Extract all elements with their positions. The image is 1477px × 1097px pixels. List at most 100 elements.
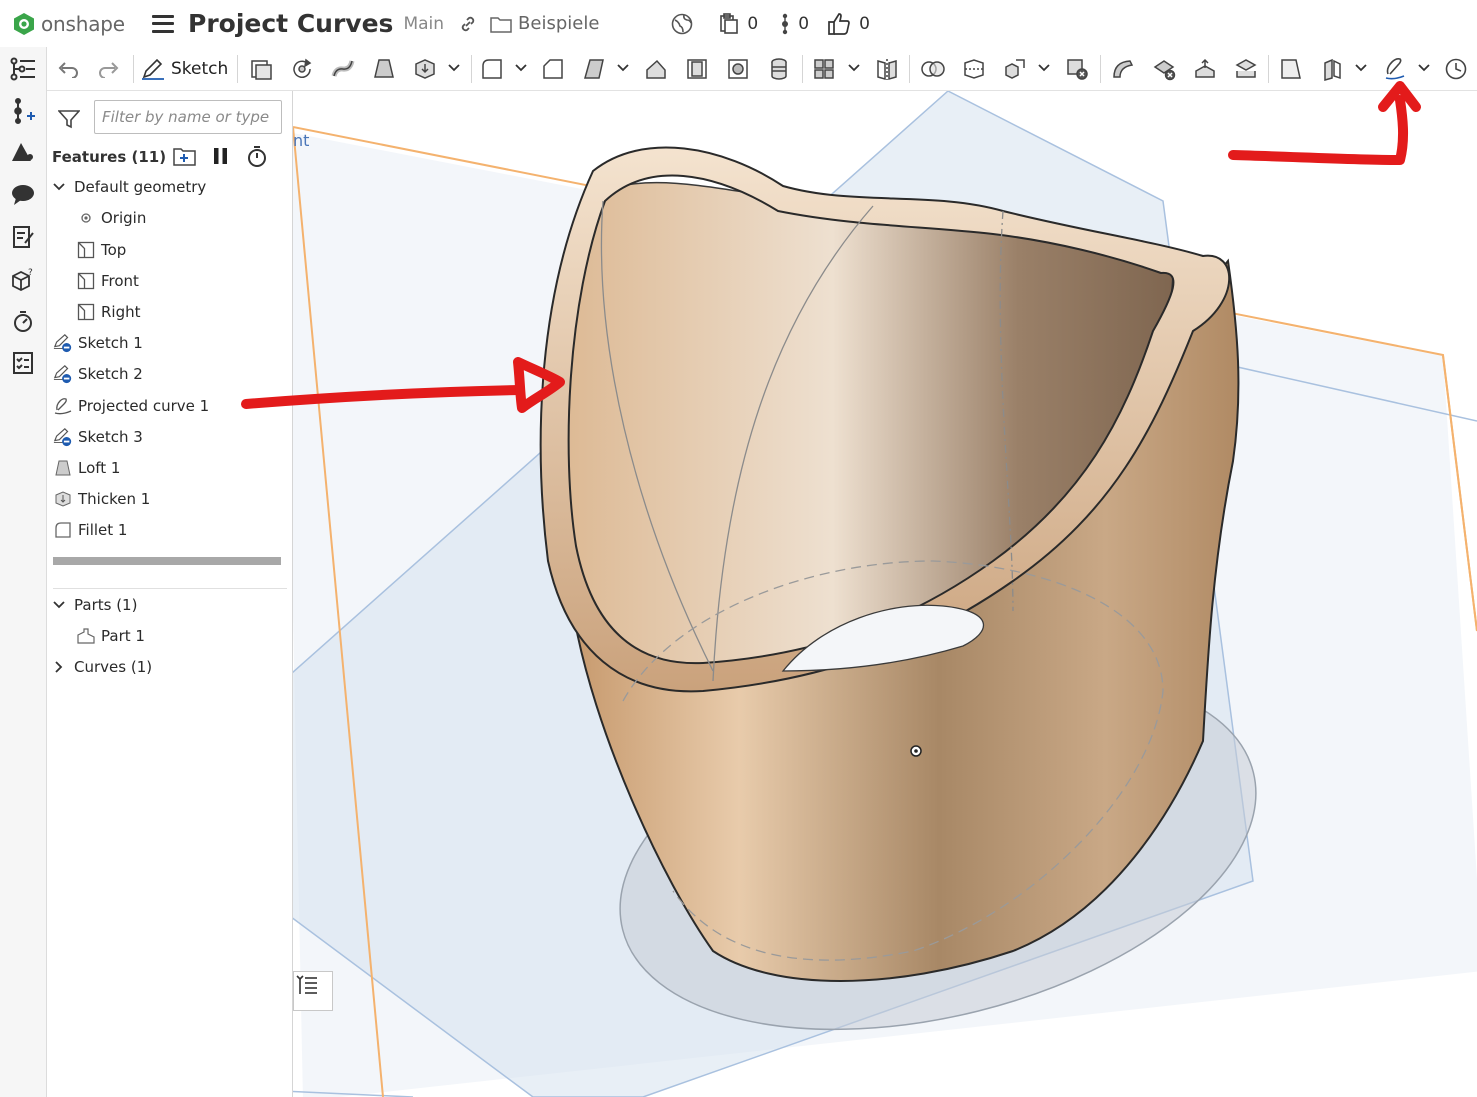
- feature-sketch-3[interactable]: Sketch 3: [53, 424, 143, 450]
- undo-icon[interactable]: [54, 55, 82, 83]
- part-icon: [76, 626, 96, 646]
- chevron-down-icon[interactable]: [1037, 61, 1051, 75]
- add-variable-icon[interactable]: [9, 97, 37, 125]
- tree-item-right[interactable]: Right: [76, 299, 141, 325]
- history-icon[interactable]: [1442, 55, 1470, 83]
- feature-label: Fillet 1: [78, 521, 128, 539]
- chevron-down-icon[interactable]: [514, 61, 528, 75]
- comments-icon[interactable]: [9, 181, 37, 209]
- part-item[interactable]: Part 1: [76, 623, 145, 649]
- menu-icon[interactable]: [152, 14, 174, 33]
- tree-item-label: Origin: [101, 209, 147, 227]
- feature-projected-curve-1[interactable]: Projected curve 1: [53, 393, 209, 419]
- model-canvas[interactable]: [293, 91, 1477, 1097]
- chamfer-icon[interactable]: [539, 55, 567, 83]
- thicken-icon[interactable]: [411, 55, 439, 83]
- folder-icon[interactable]: [490, 15, 512, 33]
- fillet-icon[interactable]: [478, 55, 506, 83]
- chevron-down-icon[interactable]: [52, 180, 66, 194]
- hole-icon[interactable]: [724, 55, 752, 83]
- feature-sketch-2[interactable]: Sketch 2: [53, 361, 143, 387]
- feature-sketch-1[interactable]: Sketch 1: [53, 330, 143, 356]
- mass-properties-icon[interactable]: ?: [9, 265, 37, 293]
- appearance-icon[interactable]: [9, 139, 37, 167]
- replace-face-icon[interactable]: [1232, 55, 1260, 83]
- tree-item-origin[interactable]: Origin: [76, 205, 146, 231]
- sketch-icon: [53, 427, 73, 447]
- timer-icon[interactable]: [9, 307, 37, 335]
- notes-icon[interactable]: [9, 223, 37, 251]
- feature-thicken-1[interactable]: Thicken 1: [53, 486, 150, 512]
- default-geometry-group[interactable]: Default geometry: [52, 174, 206, 200]
- mate-connector-icon[interactable]: [1318, 55, 1346, 83]
- tree-item-top[interactable]: Top: [76, 237, 126, 263]
- revolve-icon[interactable]: [288, 55, 316, 83]
- rebuild-timer-icon[interactable]: [246, 145, 268, 167]
- split-icon[interactable]: [960, 55, 988, 83]
- like-counter[interactable]: 0: [827, 12, 870, 36]
- svg-text:?: ?: [28, 268, 33, 278]
- link-icon[interactable]: [458, 14, 478, 34]
- chevron-down-icon[interactable]: [847, 61, 861, 75]
- feature-panel: Features (11) Default geometry Origin To…: [47, 91, 293, 1097]
- filter-input[interactable]: [94, 100, 282, 134]
- redo-icon[interactable]: [95, 55, 123, 83]
- plane-icon[interactable]: [1277, 55, 1305, 83]
- features-title: Features (11): [52, 148, 167, 166]
- boolean-icon[interactable]: [919, 55, 947, 83]
- branch-name[interactable]: Main: [403, 14, 444, 34]
- add-folder-icon[interactable]: [173, 145, 197, 167]
- clipboard-counter[interactable]: 0: [719, 12, 758, 35]
- features-header: Features (11): [52, 143, 288, 171]
- document-title[interactable]: Project Curves: [188, 9, 393, 38]
- transform-icon[interactable]: [1001, 55, 1029, 83]
- feature-fillet-1[interactable]: Fillet 1: [53, 517, 127, 543]
- origin-icon: [76, 208, 96, 228]
- plane-label: nt: [293, 131, 310, 150]
- chevron-down-icon[interactable]: [1354, 61, 1368, 75]
- fillet-icon: [53, 520, 73, 540]
- sweep-icon[interactable]: [329, 55, 357, 83]
- view-list-toggle-icon[interactable]: [293, 971, 333, 1011]
- pattern-icon[interactable]: [810, 55, 838, 83]
- onshape-logo[interactable]: onshape: [12, 12, 142, 36]
- shell-icon[interactable]: [683, 55, 711, 83]
- move-face-icon[interactable]: [1191, 55, 1219, 83]
- tree-item-label: Right: [101, 303, 141, 321]
- draft-icon[interactable]: [580, 55, 608, 83]
- chevron-down-icon[interactable]: [52, 598, 66, 612]
- modify-fillet-icon[interactable]: [1109, 55, 1137, 83]
- delete-face-icon[interactable]: [1150, 55, 1178, 83]
- pause-icon[interactable]: [212, 145, 230, 167]
- feature-list-icon[interactable]: [9, 55, 37, 83]
- tree-item-front[interactable]: Front: [76, 268, 139, 294]
- like-count: 0: [859, 13, 870, 34]
- pencil-icon: [142, 58, 164, 80]
- feature-loft-1[interactable]: Loft 1: [53, 455, 120, 481]
- chevron-right-icon[interactable]: [52, 660, 66, 674]
- chevron-down-icon[interactable]: [447, 61, 461, 75]
- checklist-icon[interactable]: [9, 349, 37, 377]
- curves-group[interactable]: Curves (1): [52, 654, 152, 680]
- feature-label: Thicken 1: [78, 490, 151, 508]
- loft-icon[interactable]: [370, 55, 398, 83]
- chevron-down-icon[interactable]: [1417, 61, 1431, 75]
- globe-icon[interactable]: [671, 13, 693, 35]
- thread-icon[interactable]: [765, 55, 793, 83]
- mirror-icon[interactable]: [873, 55, 901, 83]
- extrude-icon[interactable]: [247, 55, 275, 83]
- projected-curve-icon[interactable]: [1381, 55, 1409, 83]
- rib-icon[interactable]: [642, 55, 670, 83]
- folder-name[interactable]: Beispiele: [518, 13, 599, 34]
- projected-curve-icon: [53, 396, 73, 416]
- parts-group[interactable]: Parts (1): [52, 592, 137, 618]
- graphics-viewport[interactable]: nt: [293, 91, 1477, 1097]
- filter-icon[interactable]: [58, 109, 80, 129]
- chevron-down-icon[interactable]: [616, 61, 630, 75]
- feature-label: Sketch 2: [78, 365, 143, 383]
- sketch-button[interactable]: Sketch: [141, 55, 228, 83]
- delete-part-icon[interactable]: [1063, 55, 1091, 83]
- rollback-bar[interactable]: [53, 557, 281, 565]
- version-counter[interactable]: 0: [780, 12, 809, 36]
- thumbs-up-icon: [828, 12, 850, 35]
